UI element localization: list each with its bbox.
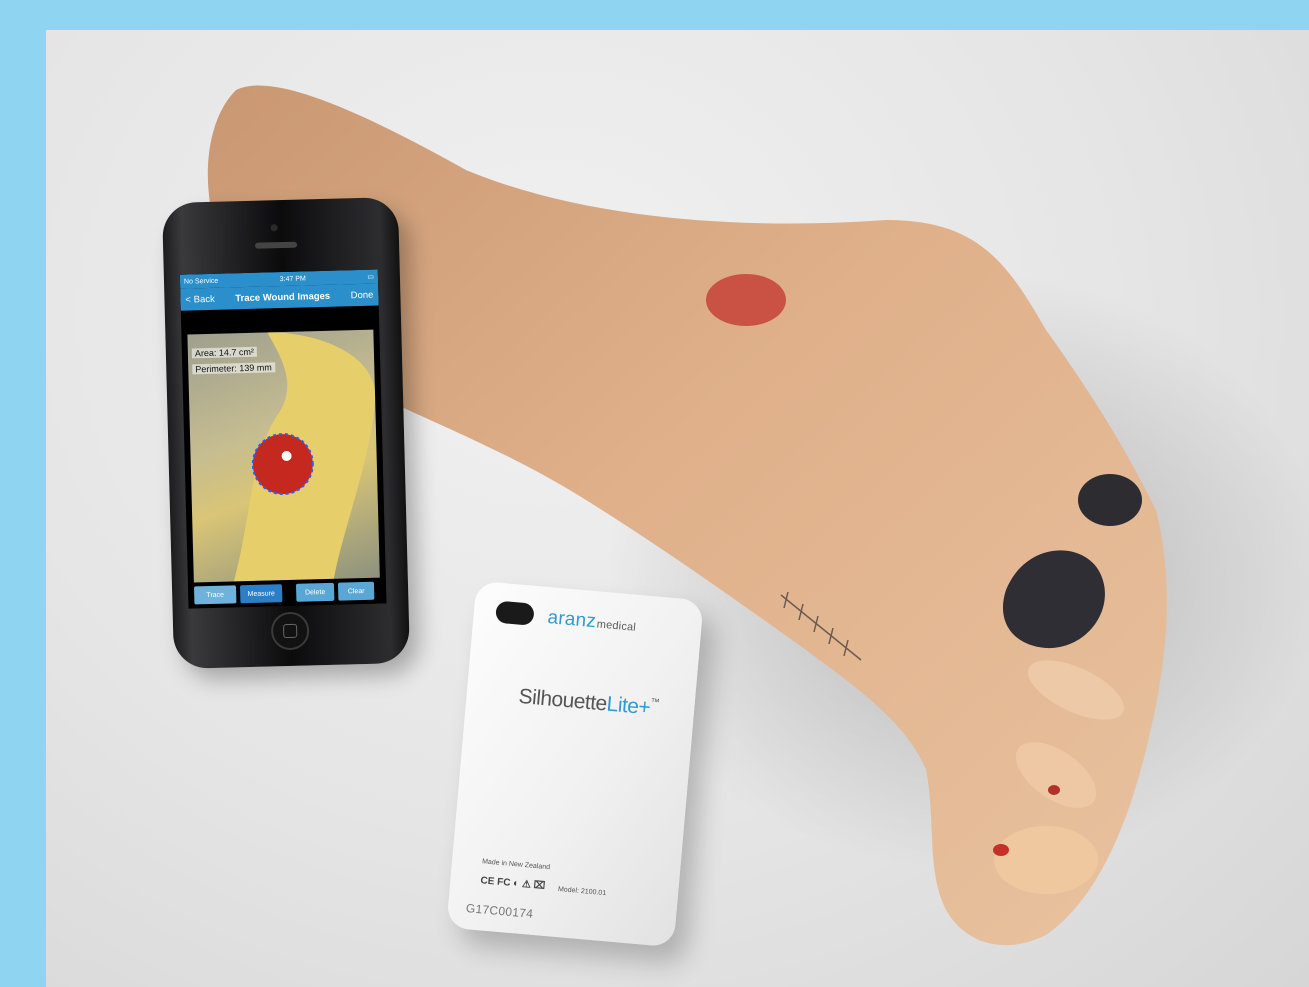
product-name: SilhouetteLite+™ bbox=[518, 685, 660, 721]
measure-button[interactable]: Measure bbox=[239, 584, 283, 604]
brand-logo: aranzmedical bbox=[547, 607, 637, 637]
area-readout: Area: 14.7 cm² bbox=[191, 346, 258, 359]
camera-lens bbox=[495, 600, 535, 626]
clock: 3:47 PM bbox=[279, 274, 306, 283]
product-lite: Lite+ bbox=[605, 692, 652, 720]
product-main: Silhouette bbox=[517, 684, 608, 716]
smartphone: No Service 3:47 PM ▭ < Back Trace Wound … bbox=[161, 196, 411, 670]
phone-screen: No Service 3:47 PM ▭ < Back Trace Wound … bbox=[179, 269, 387, 609]
carrier-status: No Service bbox=[183, 277, 219, 286]
product-photo: No Service 3:47 PM ▭ < Back Trace Wound … bbox=[46, 30, 1309, 987]
serial-number: G17C00174 bbox=[465, 901, 534, 921]
earpiece-speaker bbox=[255, 241, 298, 249]
necrotic-patch bbox=[1078, 474, 1142, 526]
trace-button[interactable]: Trace bbox=[193, 585, 237, 605]
front-camera bbox=[270, 224, 278, 232]
perimeter-readout: Perimeter: 139 mm bbox=[192, 362, 275, 375]
certification-marks: CE FC ◐ ⚠ ⌧ bbox=[479, 875, 546, 892]
silhouette-lite-case: aranzmedical SilhouetteLite+™ Made in Ne… bbox=[446, 580, 704, 948]
delete-button[interactable]: Delete bbox=[295, 582, 335, 602]
brand-sub: medical bbox=[596, 618, 637, 634]
model-number: Model: 2100.01 bbox=[557, 886, 607, 898]
toe-wound bbox=[993, 844, 1009, 856]
ulcer-spot bbox=[706, 274, 786, 326]
made-in-label: Made in New Zealand bbox=[481, 858, 551, 872]
big-toe bbox=[994, 826, 1098, 894]
brand-name: aranz bbox=[546, 607, 597, 633]
clear-button[interactable]: Clear bbox=[337, 581, 375, 601]
back-button[interactable]: < Back bbox=[185, 293, 215, 305]
battery-icon: ▭ bbox=[367, 273, 375, 281]
done-button[interactable]: Done bbox=[351, 289, 374, 301]
bottom-toolbar: Trace Measure Delete Clear bbox=[193, 581, 380, 605]
app-navbar: < Back Trace Wound Images Done bbox=[180, 283, 379, 311]
screen-title: Trace Wound Images bbox=[235, 290, 331, 304]
trademark: ™ bbox=[650, 696, 660, 708]
wound-image: Area: 14.7 cm² Perimeter: 139 mm bbox=[187, 329, 380, 583]
toe-wound bbox=[1048, 785, 1060, 795]
home-button[interactable] bbox=[270, 611, 310, 651]
